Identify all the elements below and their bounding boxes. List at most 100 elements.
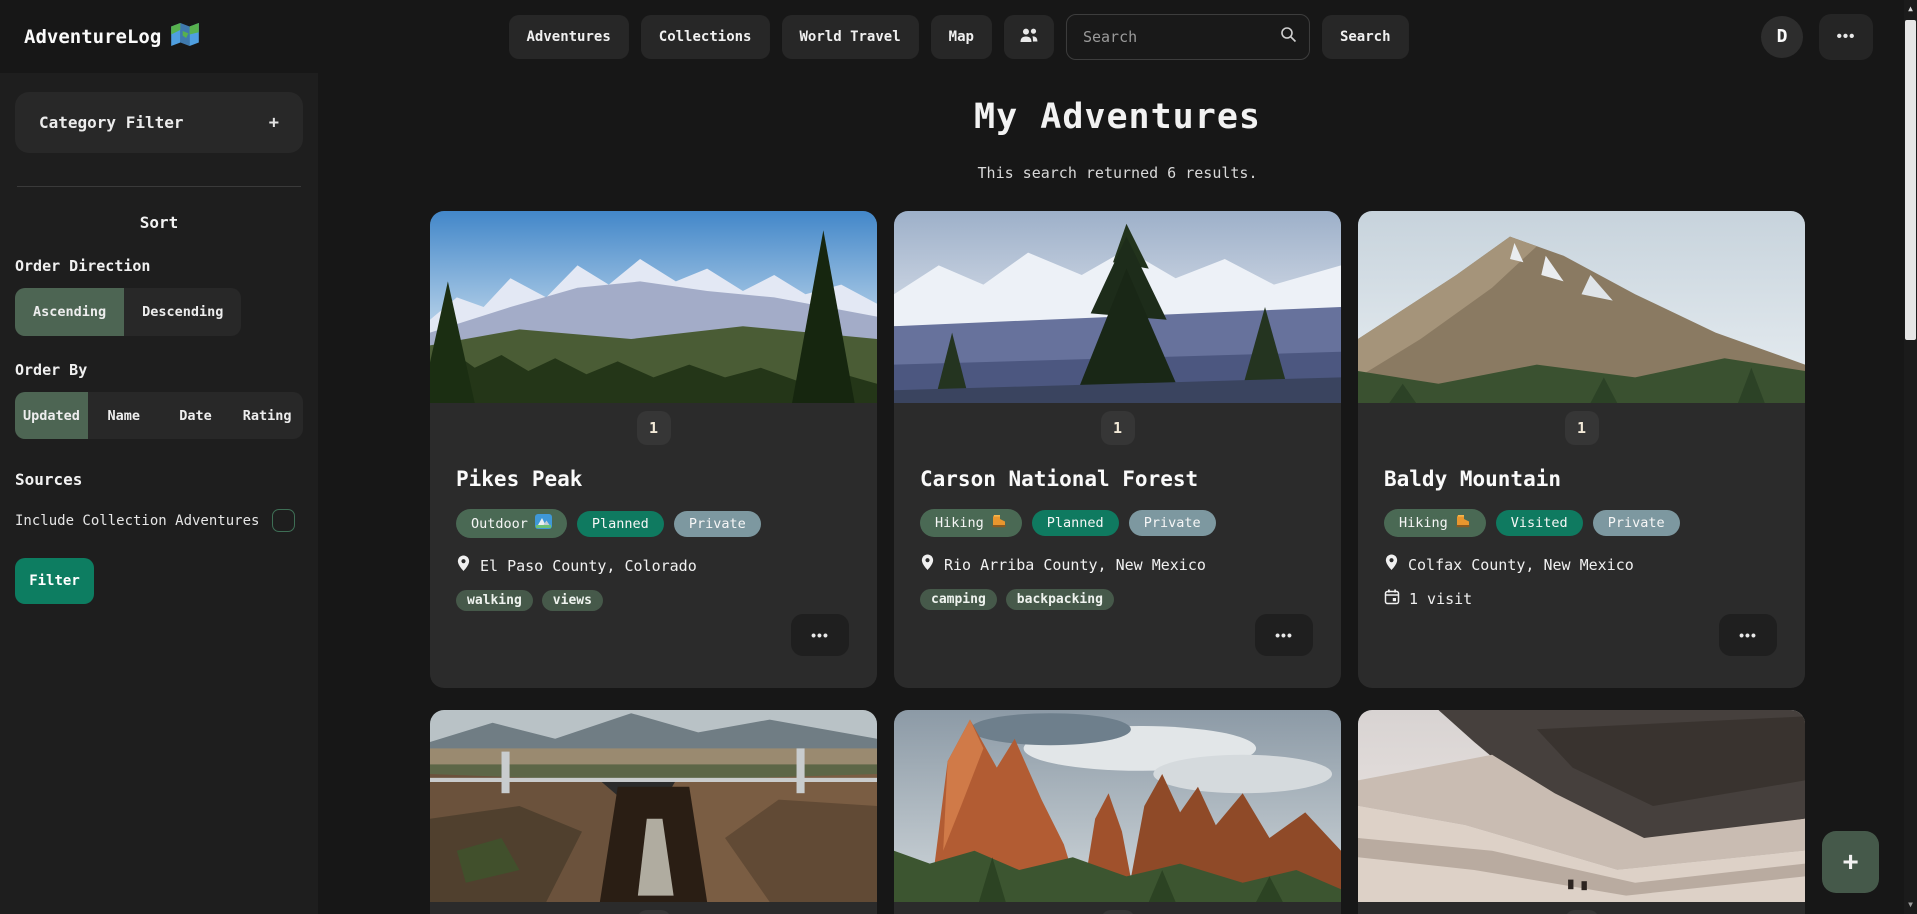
scrollbar-thumb[interactable] bbox=[1905, 20, 1916, 340]
expand-plus-icon: + bbox=[269, 113, 279, 133]
adventure-photo bbox=[430, 710, 877, 902]
sources-title: Sources bbox=[15, 470, 303, 489]
visibility-pill: Private bbox=[1593, 510, 1680, 536]
direction-ascending-button[interactable]: Ascending bbox=[15, 288, 124, 336]
nav-link-map[interactable]: Map bbox=[931, 15, 992, 59]
status-pill: Planned bbox=[577, 511, 664, 537]
adventure-grid: 1 Pikes Peak Outdoor bbox=[430, 211, 1805, 914]
navbar-more-button[interactable]: ••• bbox=[1819, 14, 1873, 60]
adventure-photo bbox=[894, 710, 1341, 902]
order-direction-label: Order Direction bbox=[15, 257, 303, 275]
search-button[interactable]: Search bbox=[1322, 15, 1409, 59]
location-text: Colfax County, New Mexico bbox=[1408, 556, 1634, 574]
app-logo[interactable]: AdventureLog bbox=[24, 23, 199, 51]
order-by-group: Updated Name Date Rating bbox=[15, 392, 303, 439]
visits-row: 1 visit bbox=[1384, 589, 1779, 609]
tag-pill: walking bbox=[456, 590, 533, 611]
search-input[interactable] bbox=[1083, 28, 1253, 46]
adventure-photo bbox=[894, 211, 1341, 403]
order-direction-group: Ascending Descending bbox=[15, 288, 241, 336]
visit-count-badge: 1 bbox=[637, 411, 671, 445]
nav-link-world-travel[interactable]: World Travel bbox=[781, 15, 918, 59]
adventure-title[interactable]: Pikes Peak bbox=[456, 467, 851, 491]
visibility-pill: Private bbox=[1129, 510, 1216, 536]
nav-links: Adventures Collections World Travel Map bbox=[508, 14, 1408, 60]
sidebar-divider bbox=[17, 186, 301, 187]
visit-count-badge: 1 bbox=[1101, 411, 1135, 445]
tag-pill: views bbox=[542, 590, 603, 611]
adventure-title[interactable]: Baldy Mountain bbox=[1384, 467, 1779, 491]
adventure-card-pikes-peak[interactable]: 1 Pikes Peak Outdoor bbox=[430, 211, 877, 688]
location-row: El Paso County, Colorado bbox=[456, 555, 851, 576]
category-pill: Outdoor bbox=[456, 509, 567, 538]
nav-link-adventures[interactable]: Adventures bbox=[508, 15, 628, 59]
search-input-wrap bbox=[1066, 14, 1310, 60]
adventure-card[interactable]: 1 bbox=[430, 710, 877, 914]
location-pin-icon bbox=[920, 554, 935, 575]
include-collection-checkbox[interactable] bbox=[272, 509, 295, 532]
scrollbar-up-arrow[interactable]: ▲ bbox=[1904, 2, 1917, 16]
adventure-card[interactable]: 1 bbox=[894, 710, 1341, 914]
user-avatar[interactable]: D bbox=[1761, 16, 1803, 58]
direction-descending-button[interactable]: Descending bbox=[124, 288, 241, 336]
category-filter-expander[interactable]: Category Filter + bbox=[15, 92, 303, 153]
adventure-card-carson-national-forest[interactable]: 1 Carson National Forest Hiking bbox=[894, 211, 1341, 688]
scrollbar-down-arrow[interactable]: ▼ bbox=[1904, 898, 1917, 912]
visit-count-badge: 1 bbox=[637, 910, 671, 914]
card-more-button[interactable]: ••• bbox=[1719, 614, 1777, 656]
visibility-pill: Private bbox=[674, 511, 761, 537]
location-pin-icon bbox=[456, 555, 471, 576]
tag-pill: camping bbox=[920, 589, 997, 610]
visit-count-badge: 1 bbox=[1101, 910, 1135, 914]
app-title: AdventureLog bbox=[24, 26, 161, 48]
location-text: Rio Arriba County, New Mexico bbox=[944, 556, 1206, 574]
visit-count-badge: 1 bbox=[1565, 411, 1599, 445]
nav-link-collections[interactable]: Collections bbox=[641, 15, 770, 59]
adventure-photo bbox=[1358, 211, 1805, 403]
filter-button[interactable]: Filter bbox=[15, 558, 94, 604]
sort-title: Sort bbox=[15, 213, 303, 232]
filter-sidebar: Category Filter + Sort Order Direction A… bbox=[0, 73, 318, 914]
location-text: El Paso County, Colorado bbox=[480, 557, 697, 575]
page-title: My Adventures bbox=[318, 97, 1917, 137]
category-pill: Hiking bbox=[920, 509, 1022, 537]
card-more-button[interactable]: ••• bbox=[791, 614, 849, 656]
include-collection-row: Include Collection Adventures bbox=[15, 509, 303, 532]
order-by-label: Order By bbox=[15, 361, 303, 379]
card-more-button[interactable]: ••• bbox=[1255, 614, 1313, 656]
adventure-title[interactable]: Carson National Forest bbox=[920, 467, 1315, 491]
orderby-updated-button[interactable]: Updated bbox=[15, 392, 88, 439]
national-park-icon bbox=[535, 514, 552, 533]
status-pill: Visited bbox=[1496, 510, 1583, 536]
visit-count-badge: 1 bbox=[1565, 910, 1599, 914]
search-icon bbox=[1280, 26, 1297, 47]
location-row: Rio Arriba County, New Mexico bbox=[920, 554, 1315, 575]
status-pill: Planned bbox=[1032, 510, 1119, 536]
tag-pill: backpacking bbox=[1006, 589, 1114, 610]
orderby-rating-button[interactable]: Rating bbox=[231, 392, 303, 439]
orderby-date-button[interactable]: Date bbox=[160, 392, 232, 439]
location-row: Colfax County, New Mexico bbox=[1384, 554, 1779, 575]
orderby-name-button[interactable]: Name bbox=[88, 392, 160, 439]
adventure-card[interactable]: 1 bbox=[1358, 710, 1805, 914]
adventure-photo bbox=[1358, 710, 1805, 902]
nav-right: D ••• bbox=[1761, 14, 1873, 60]
calendar-icon bbox=[1384, 589, 1400, 609]
results-count-text: This search returned 6 results. bbox=[318, 164, 1917, 182]
visits-text: 1 visit bbox=[1409, 590, 1472, 608]
shared-users-button[interactable] bbox=[1004, 15, 1054, 59]
include-collection-label: Include Collection Adventures bbox=[15, 513, 259, 529]
top-navbar: AdventureLog Adventures Collections Worl… bbox=[0, 0, 1917, 73]
people-icon bbox=[1019, 27, 1039, 47]
category-pill: Hiking bbox=[1384, 509, 1486, 537]
add-adventure-fab[interactable]: + bbox=[1822, 831, 1879, 893]
page-scrollbar[interactable]: ▲ ▼ bbox=[1904, 0, 1917, 914]
main-content: My Adventures This search returned 6 res… bbox=[318, 73, 1917, 914]
location-pin-icon bbox=[1384, 554, 1399, 575]
adventure-card-baldy-mountain[interactable]: 1 Baldy Mountain Hiking bbox=[1358, 211, 1805, 688]
adventure-photo bbox=[430, 211, 877, 403]
hiking-boot-icon bbox=[1455, 514, 1471, 532]
map-logo-icon bbox=[171, 23, 199, 51]
category-filter-label: Category Filter bbox=[39, 113, 184, 132]
hiking-boot-icon bbox=[991, 514, 1007, 532]
